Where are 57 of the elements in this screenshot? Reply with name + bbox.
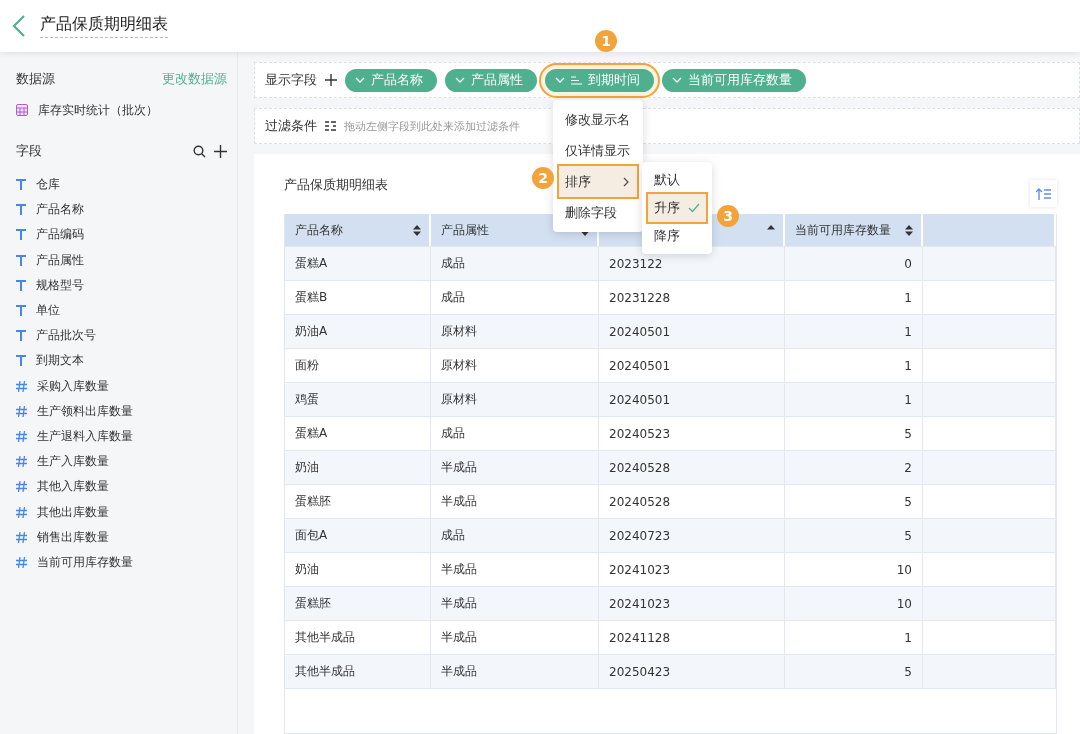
table-cell: 20240723	[599, 519, 785, 552]
table-cell: 20241023	[599, 553, 785, 586]
table-cell: 20240501	[599, 383, 785, 416]
table-cell: 20240501	[599, 315, 785, 348]
table-cell: 原材料	[431, 315, 599, 348]
table-cell: 原材料	[431, 383, 599, 416]
table-cell: 蛋糕A	[285, 417, 431, 450]
table-cell: 20240528	[599, 485, 785, 518]
table-cell: 成品	[431, 247, 599, 280]
table-cell: 1	[785, 383, 923, 416]
table-cell: 半成品	[431, 655, 599, 688]
table-cell: 其他半成品	[285, 621, 431, 654]
table-cell: 2	[785, 451, 923, 484]
table-cell: 半成品	[431, 451, 599, 484]
table-cell: 成品	[431, 417, 599, 450]
table-cell: 成品	[431, 519, 599, 552]
table-cell: 半成品	[431, 485, 599, 518]
table-title: 产品保质期明细表	[284, 176, 388, 194]
table-cell: 面包A	[285, 519, 431, 552]
table-cell: 10	[785, 553, 923, 586]
table-cell: 20250423	[599, 655, 785, 688]
table-cell: 5	[785, 519, 923, 552]
table-cell: 1	[785, 315, 923, 348]
table-cell: 5	[785, 417, 923, 450]
table-cell: 奶油	[285, 553, 431, 586]
table-cell: 成品	[431, 281, 599, 314]
table-cell: 奶油	[285, 451, 431, 484]
table-cell: 半成品	[431, 621, 599, 654]
table-cell: 20240523	[599, 417, 785, 450]
table-cell: 原材料	[431, 349, 599, 382]
section-label: 数据源	[16, 70, 55, 88]
table-cell: 蛋糕胚	[285, 587, 431, 620]
table-cell: 5	[785, 655, 923, 688]
table-cell: 其他半成品	[285, 655, 431, 688]
table-cell: 蛋糕胚	[285, 485, 431, 518]
table-cell: 20241128	[599, 621, 785, 654]
table-cell: 1	[785, 349, 923, 382]
table-cell: 蛋糕B	[285, 281, 431, 314]
table-cell: 10	[785, 587, 923, 620]
table-cell: 20231228	[599, 281, 785, 314]
table-cell: 蛋糕A	[285, 247, 431, 280]
table-cell: 半成品	[431, 587, 599, 620]
table-cell: 鸡蛋	[285, 383, 431, 416]
page-title: 产品保质期明细表	[40, 14, 168, 38]
table-cell: 半成品	[431, 553, 599, 586]
section-label: 字段	[16, 142, 42, 160]
bar-label: 过滤条件	[265, 117, 317, 135]
table-cell: 1	[785, 281, 923, 314]
bar-label: 显示字段	[265, 71, 317, 89]
table-cell: 20241023	[599, 587, 785, 620]
table-cell: 奶油A	[285, 315, 431, 348]
table-cell: 5	[785, 485, 923, 518]
table-cell: 20240528	[599, 451, 785, 484]
table-cell: 20240501	[599, 349, 785, 382]
table-cell: 面粉	[285, 349, 431, 382]
table-cell: 0	[785, 247, 923, 280]
table-cell: 1	[785, 621, 923, 654]
